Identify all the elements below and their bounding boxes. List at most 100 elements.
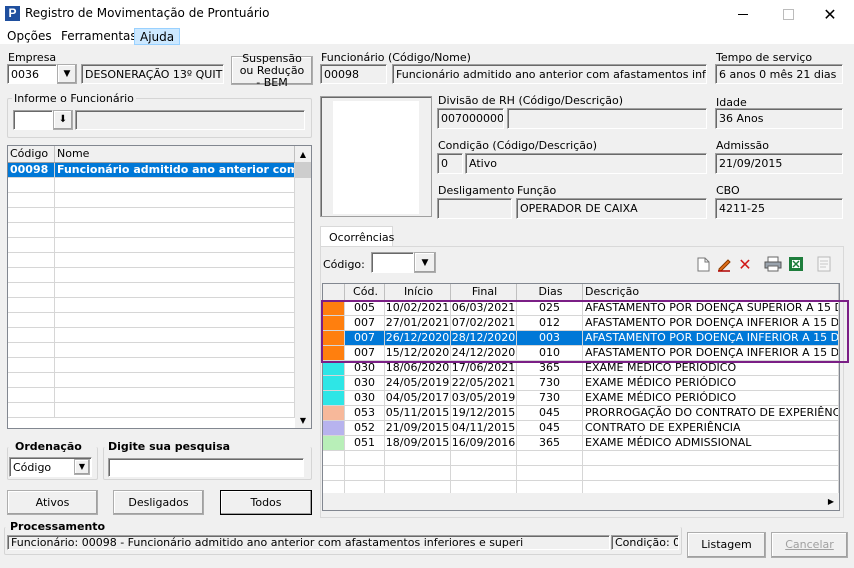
employee-list-header-codigo[interactable]: Código [8,146,55,162]
table-row[interactable] [323,451,839,466]
employee-name-cell [55,223,295,238]
table-row[interactable]: 030 24/05/2019 22/05/2021 730 EXAME MÉDICO P… [323,376,839,391]
table-row[interactable] [8,298,295,313]
ativos-button[interactable]: Ativos [7,490,98,515]
table-row[interactable] [8,178,295,193]
employee-list-header-nome[interactable]: Nome [55,146,295,162]
ocorrencias-codigo-input[interactable] [371,252,414,273]
table-row[interactable] [8,283,295,298]
condicao-label: Condição (Código/Descrição) [438,139,598,152]
tab-ocorrencias-label: Ocorrências [329,231,395,244]
table-row[interactable] [8,253,295,268]
ocorr-header-cod[interactable]: Cód. [345,284,385,300]
table-row[interactable] [8,358,295,373]
table-row[interactable] [8,238,295,253]
delete-x-icon[interactable]: ✕ [736,255,754,274]
ocorrencias-codigo-dropdown-button[interactable]: ▼ [414,252,436,273]
table-row[interactable] [8,328,295,343]
table-row[interactable] [8,208,295,223]
pesquisa-input[interactable] [108,458,304,477]
employee-name-cell [55,328,295,343]
funcao-field: OPERADOR DE CAIXA [516,198,707,219]
employee-code-cell [8,388,55,403]
minimize-icon[interactable] [723,0,763,28]
ocorr-cod-cell: 030 [345,391,385,406]
informe-funcionario-input[interactable] [13,110,53,130]
employee-code-cell [8,343,55,358]
table-row[interactable]: 051 18/09/2015 16/09/2016 365 EXAME MÉDICO A… [323,436,839,451]
ocorr-dias-cell: 365 [517,361,583,376]
table-row[interactable] [8,223,295,238]
edit-pencil-icon[interactable] [715,255,733,273]
ocorr-final-cell: 17/06/2021 [451,361,517,376]
table-row[interactable] [8,343,295,358]
ocorr-cod-cell [345,451,385,466]
close-icon[interactable]: ✕ [810,0,850,28]
table-row[interactable] [323,466,839,481]
informe-dropdown-button[interactable]: ⬇ [53,110,73,130]
ocorr-descricao-cell: CONTRATO DE EXPERIÊNCIA [583,421,839,436]
table-row[interactable]: 00098 Funcionário admitido ano anterior c… [8,163,295,178]
ocorr-final-cell [451,451,517,466]
employee-code-cell [8,223,55,238]
ocorr-header-descricao[interactable]: Descrição [583,284,839,300]
scroll-thumb[interactable] [295,162,311,178]
table-row[interactable]: 030 04/05/2017 03/05/2019 730 EXAME MÉDICO P… [323,391,839,406]
ocorr-header-dias[interactable]: Dias [517,284,583,300]
excel-export-icon[interactable] [787,255,805,273]
ocorr-inicio-cell [385,466,451,481]
menu-ajuda[interactable]: Ajuda [134,28,181,45]
ocorr-final-cell [451,466,517,481]
scroll-down-icon[interactable]: ▼ [295,412,311,428]
table-row[interactable] [8,193,295,208]
table-row[interactable] [8,403,295,418]
ocorr-inicio-cell: 18/06/2020 [385,361,451,376]
desligados-button[interactable]: Desligados [113,490,204,515]
table-row[interactable] [8,268,295,283]
employee-code-cell: 00098 [8,163,55,178]
table-row[interactable]: 030 18/06/2020 17/06/2021 365 EXAME MÉDICO P… [323,361,839,376]
ocorr-cod-cell: 052 [345,421,385,436]
scroll-right-icon[interactable]: ▶ [823,493,839,510]
ocorr-descricao-cell: EXAME MÉDICO PERIÓDICO [583,361,839,376]
tab-ocorrencias[interactable]: Ocorrências [320,226,395,247]
todos-button[interactable]: Todos [220,490,312,515]
empresa-code-input[interactable]: 0036 [7,64,57,84]
ocorr-final-cell: 22/05/2021 [451,376,517,391]
ocorr-dias-cell [517,466,583,481]
menu-opcoes[interactable]: Opções [4,28,55,45]
ocorr-header-final[interactable]: Final [451,284,517,300]
tempo-servico-field: 6 anos 0 mês 21 dias [715,64,843,84]
ocorr-dias-cell [517,451,583,466]
ocorr-color-swatch [323,376,345,391]
employee-name-cell: Funcionário admitido ano anterior com af… [55,163,295,178]
employee-code-cell [8,253,55,268]
ocorr-color-swatch [323,436,345,451]
ordenacao-dropdown-button[interactable]: ▼ [74,459,90,475]
scroll-up-icon[interactable]: ▲ [295,146,311,162]
table-row[interactable]: 053 05/11/2015 19/12/2015 045 PRORROGAÇÃO DO… [323,406,839,421]
table-row[interactable] [8,373,295,388]
suspensao-reducao-button[interactable]: Suspensão ou Redução - BEM [231,52,313,88]
menu-ferramentas[interactable]: Ferramentas [58,28,140,45]
table-row[interactable] [8,388,295,403]
ocorr-color-swatch [323,466,345,481]
ocorr-final-cell: 04/11/2015 [451,421,517,436]
table-row[interactable]: 052 21/09/2015 04/11/2015 045 CONTRATO DE EX… [323,421,839,436]
print-icon[interactable] [764,255,782,273]
chevron-down-icon: ▼ [78,462,86,471]
ocorr-header-inicio[interactable]: Início [385,284,451,300]
processamento-condicao-field: Condição: 0 [611,535,679,550]
funcionario-label: Funcionário (Código/Nome) [321,51,471,64]
empresa-dropdown-button[interactable]: ▼ [57,64,77,84]
ocorr-final-cell: 03/05/2019 [451,391,517,406]
employee-list-grid[interactable]: Código Nome 00098 Funcionário admitido an… [7,145,312,429]
chevron-down-icon: ▼ [63,69,71,79]
employee-list-scrollbar[interactable]: ▲ ▼ [295,146,311,428]
table-row[interactable] [8,313,295,328]
divisao-rh-desc-field [507,108,707,129]
ocorrencias-hscrollbar[interactable]: ▶ [323,493,839,510]
new-document-icon[interactable] [694,255,712,273]
listagem-button[interactable]: Listagem [687,532,766,558]
employee-code-cell [8,403,55,418]
